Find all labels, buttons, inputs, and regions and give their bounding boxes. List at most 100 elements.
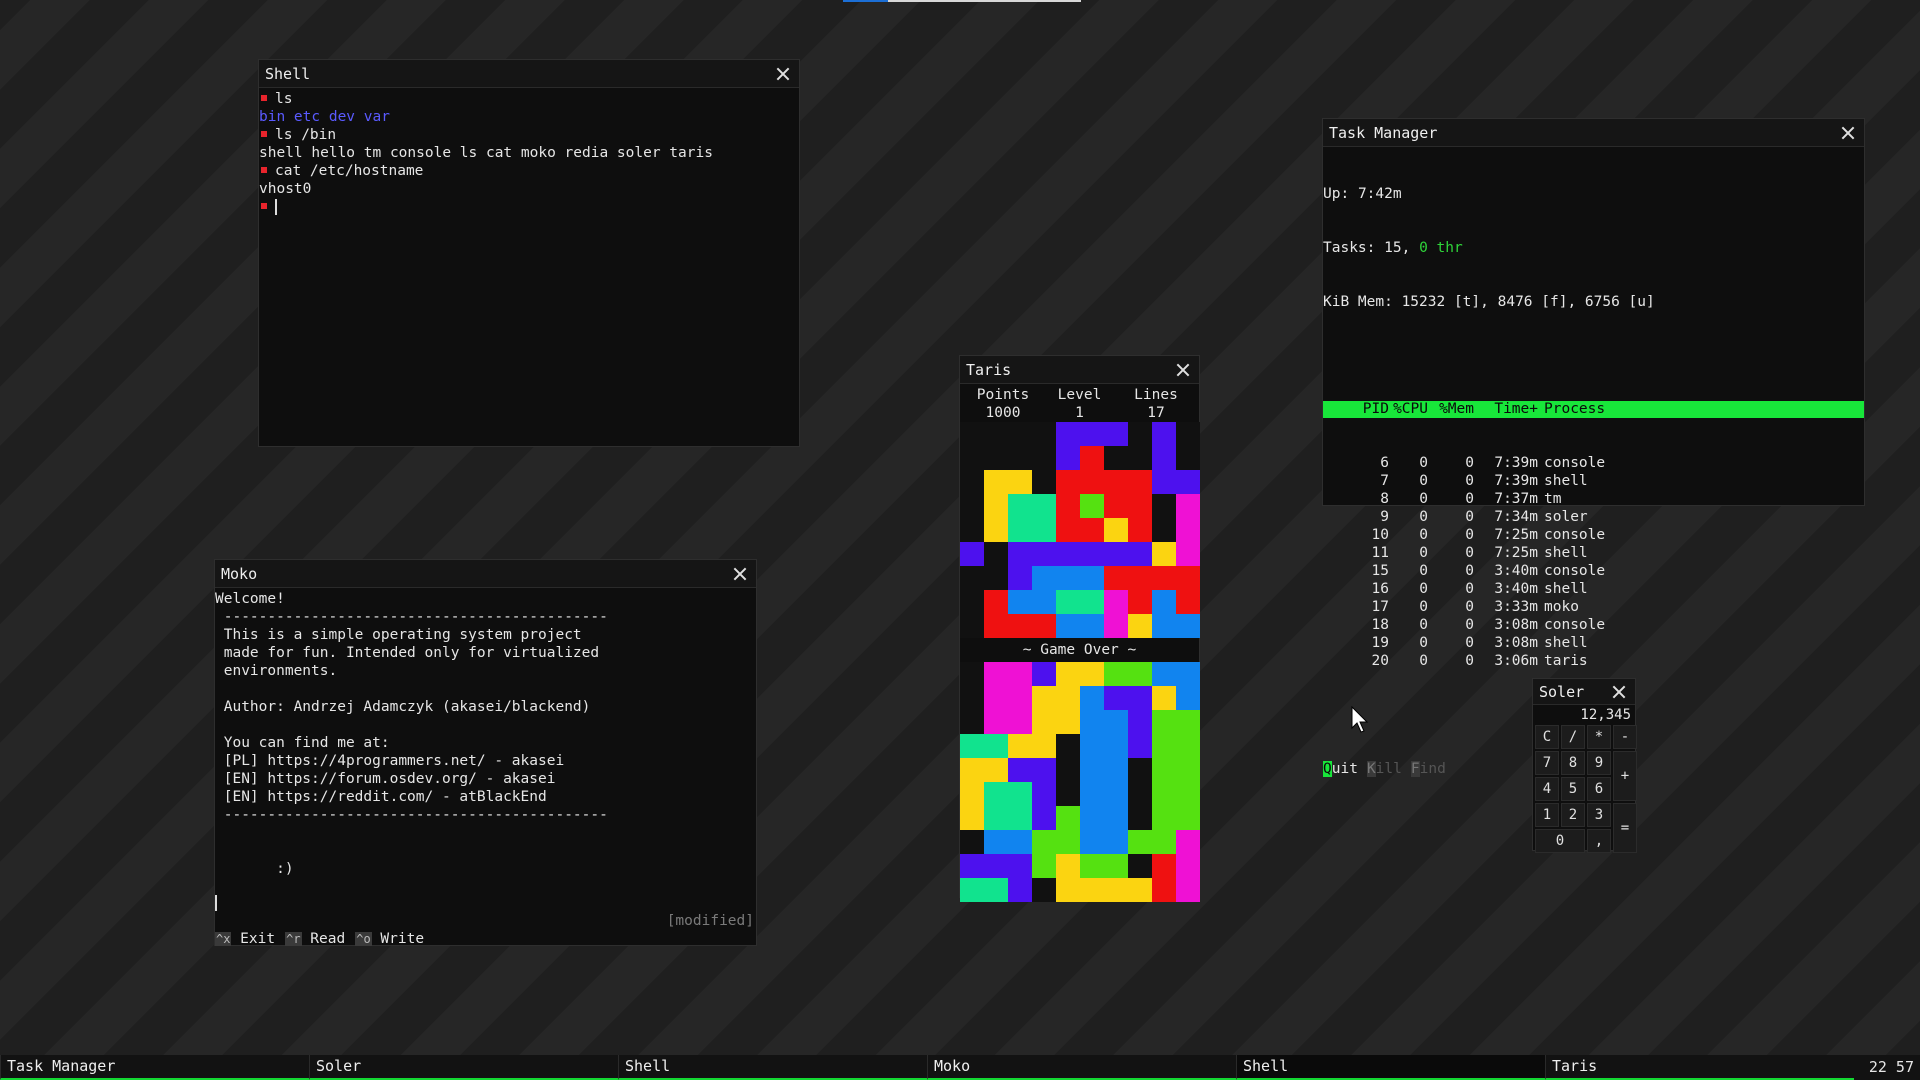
table-row[interactable]: 9 0 0 7:34m soler <box>1323 508 1864 526</box>
block-cell <box>984 518 1008 542</box>
table-row[interactable]: 18 0 0 3:08m console <box>1323 616 1864 634</box>
taskbar-item-shell[interactable]: Shell <box>618 1055 927 1080</box>
table-row[interactable]: 7 0 0 7:39m shell <box>1323 472 1864 490</box>
table-row[interactable]: 15 0 0 3:40m console <box>1323 562 1864 580</box>
block-cell <box>1056 662 1080 686</box>
block-cell <box>1104 830 1128 854</box>
table-row[interactable]: 17 0 0 3:33m moko <box>1323 598 1864 616</box>
calc-key-3[interactable]: 3 <box>1587 803 1611 827</box>
column-header-cpu: %CPU <box>1393 401 1428 417</box>
taskbar-item-soler[interactable]: Soler <box>309 1055 618 1080</box>
table-row[interactable]: 6 0 0 7:39m console <box>1323 454 1864 472</box>
block-cell <box>1080 758 1104 782</box>
task-manager-window[interactable]: Task Manager Up: 7:42m Tasks: 15, 0 thr … <box>1322 118 1865 777</box>
block-cell <box>1008 614 1032 638</box>
cell-proc: console <box>1544 527 1606 543</box>
table-row[interactable]: 8 0 0 7:37m tm <box>1323 490 1864 508</box>
close-icon[interactable] <box>773 64 793 84</box>
close-icon[interactable] <box>1838 123 1858 143</box>
block-cell <box>1080 662 1104 686</box>
table-row[interactable]: 11 0 0 7:25m shell <box>1323 544 1864 562</box>
shortcut-label: Read <box>301 931 346 947</box>
cell-time: 7:25m <box>1494 545 1538 561</box>
cell-cpu: 0 <box>1419 653 1428 669</box>
shortcut-read[interactable]: ^r Read <box>285 931 345 947</box>
calc-key-plus[interactable]: + <box>1613 751 1637 801</box>
editor-line: Author: Andrzej Adamczyk (akasei/blacken… <box>215 699 591 715</box>
block-cell <box>1080 542 1104 566</box>
moko-window[interactable]: Moko Welcome! --------------------------… <box>214 559 757 947</box>
empty-cell <box>960 830 984 854</box>
block-cell <box>1176 470 1200 494</box>
calc-key-0[interactable]: 0 <box>1535 829 1585 853</box>
moko-titlebar[interactable]: Moko <box>215 560 756 588</box>
close-icon[interactable] <box>1173 360 1193 380</box>
calc-key-multiply[interactable]: * <box>1587 725 1611 749</box>
shortcut-write[interactable]: ^o Write <box>355 931 424 947</box>
soler-window[interactable]: Soler 12,345 C / * - 7 8 9 +4 5 6 1 2 3 = 0, <box>1532 678 1637 853</box>
moko-editor[interactable]: Welcome! -------------------------------… <box>215 588 756 901</box>
block-cell <box>984 494 1008 518</box>
taris-titlebar[interactable]: Taris <box>960 356 1199 384</box>
taskbar-item-taris[interactable]: Taris <box>1545 1055 1854 1080</box>
table-row[interactable]: 19 0 0 3:08m shell <box>1323 634 1864 652</box>
table-row[interactable]: 10 0 0 7:25m console <box>1323 526 1864 544</box>
cell-cpu: 0 <box>1419 617 1428 633</box>
shortcut-exit[interactable]: ^x Exit <box>215 931 275 947</box>
calc-key-9[interactable]: 9 <box>1587 751 1611 775</box>
calc-key-clear[interactable]: C <box>1535 725 1559 749</box>
cell-mem: 0 <box>1465 653 1474 669</box>
taris-board-bottom <box>960 662 1200 902</box>
calc-key-comma[interactable]: , <box>1587 829 1611 853</box>
empty-cell <box>1152 518 1176 542</box>
block-cell <box>1080 518 1104 542</box>
block-cell <box>1152 710 1176 734</box>
soler-titlebar[interactable]: Soler <box>1533 679 1635 705</box>
calc-key-2[interactable]: 2 <box>1561 803 1585 827</box>
shell-titlebar[interactable]: Shell <box>259 60 799 88</box>
lines-value: 17 <box>1147 405 1165 421</box>
level-value: 1 <box>1075 405 1084 421</box>
calc-key-minus[interactable]: - <box>1613 725 1637 749</box>
calc-key-4[interactable]: 4 <box>1535 777 1559 801</box>
taris-window[interactable]: Taris Points Level Lines 1000 1 17 ~ Gam… <box>959 355 1200 902</box>
calc-key-8[interactable]: 8 <box>1561 751 1585 775</box>
cell-time: 3:06m <box>1494 653 1538 669</box>
cell-proc: shell <box>1544 545 1588 561</box>
close-icon[interactable] <box>730 564 750 584</box>
calc-key-divide[interactable]: / <box>1561 725 1585 749</box>
block-cell <box>1104 518 1128 542</box>
block-cell <box>1008 806 1032 830</box>
calc-key-equals[interactable]: = <box>1613 803 1637 853</box>
menu-key: K <box>1366 761 1376 777</box>
taskbar-item-moko[interactable]: Moko <box>927 1055 1236 1080</box>
process-table: 6 0 0 7:39m console 7 0 0 7:39m shell 8 0 0 7:37m tm 9 0… <box>1323 454 1864 670</box>
block-cell <box>1104 662 1128 686</box>
block-cell <box>1080 854 1104 878</box>
cell-proc: moko <box>1544 599 1579 615</box>
cell-mem: 0 <box>1465 635 1474 651</box>
editor-line: made for fun. Intended only for virtuali… <box>215 645 600 661</box>
taskbar-item-task-manager[interactable]: Task Manager <box>0 1055 309 1080</box>
editor-line: This is a simple operating system projec… <box>215 627 582 643</box>
calc-key-7[interactable]: 7 <box>1535 751 1559 775</box>
table-row[interactable]: 20 0 0 3:06m taris <box>1323 652 1864 670</box>
calc-key-1[interactable]: 1 <box>1535 803 1559 827</box>
close-icon[interactable] <box>1609 682 1629 702</box>
block-cell <box>1128 494 1152 518</box>
calc-key-5[interactable]: 5 <box>1561 777 1585 801</box>
shell-output[interactable]: ls bin etc dev var ls /bin shell hello tm c… <box>259 88 799 216</box>
block-cell <box>1032 686 1056 710</box>
editor-line: [EN] https://forum.osdev.org/ - akasei <box>215 771 556 787</box>
menu-item-quit[interactable]: Quit <box>1323 761 1358 777</box>
cell-proc: soler <box>1544 509 1588 525</box>
table-row[interactable]: 16 0 0 3:40m shell <box>1323 580 1864 598</box>
shell-window[interactable]: Shell ls bin etc dev var ls /bin shell hell… <box>258 59 800 447</box>
block-cell <box>1128 662 1152 686</box>
block-cell <box>1176 686 1200 710</box>
taskbar-item-shell[interactable]: Shell <box>1236 1055 1545 1080</box>
block-cell <box>1152 782 1176 806</box>
calc-key-6[interactable]: 6 <box>1587 777 1611 801</box>
task-manager-titlebar[interactable]: Task Manager <box>1323 119 1864 147</box>
editor-line: Welcome! <box>215 591 285 607</box>
